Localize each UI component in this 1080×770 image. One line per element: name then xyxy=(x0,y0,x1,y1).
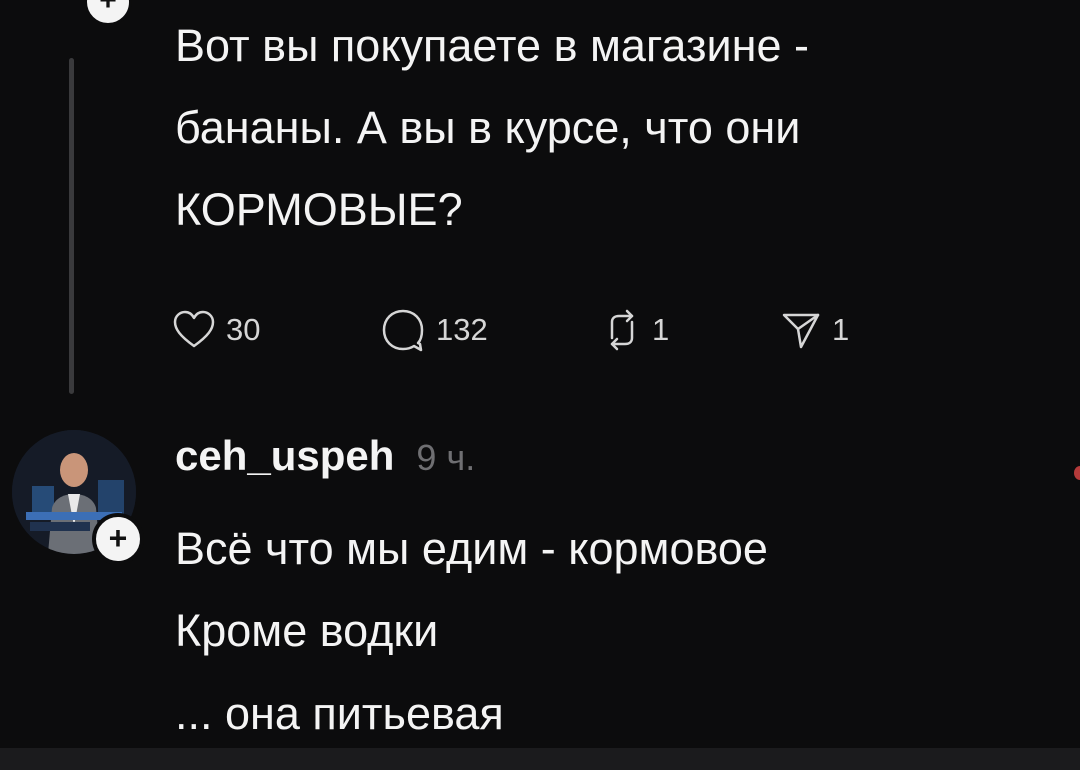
timestamp: 9 ч. xyxy=(416,437,476,478)
comment-button[interactable]: 132 xyxy=(380,308,602,352)
parent-post-line-2: бананы. А вы в курсе, что они xyxy=(175,102,801,153)
heart-icon xyxy=(173,310,215,348)
reply-line-3: ... она питьевая xyxy=(175,688,504,739)
share-count: 1 xyxy=(832,312,850,347)
repost-button[interactable]: 1 xyxy=(602,308,780,352)
comment-count: 132 xyxy=(436,312,488,347)
repost-arrows-icon xyxy=(610,309,634,351)
thread-connector-line xyxy=(69,58,74,394)
paper-plane-icon xyxy=(782,313,820,349)
post-action-bar: 30 132 1 1 xyxy=(172,300,900,360)
like-count: 30 xyxy=(226,312,261,347)
like-button[interactable]: 30 xyxy=(172,310,380,350)
follow-plus-icon[interactable]: + xyxy=(92,513,144,565)
bottom-bar xyxy=(0,748,1080,770)
reply-line-1: Всё что мы едим - кормовое xyxy=(175,523,768,574)
thread-screen: + Вот вы покупаете в магазине - бананы. … xyxy=(0,0,1080,770)
parent-post-line-3: КОРМОВЫЕ? xyxy=(175,184,463,235)
username[interactable]: ceh_uspeh xyxy=(175,432,394,480)
reply-line-2: Кроме водки xyxy=(175,605,439,656)
repost-count: 1 xyxy=(652,312,670,347)
parent-post-line-1: Вот вы покупаете в магазине - xyxy=(175,20,810,71)
speech-bubble-icon xyxy=(382,309,424,352)
reply-header: ceh_uspeh 9 ч. xyxy=(175,432,475,492)
follow-plus-icon[interactable]: + xyxy=(84,0,132,26)
edge-indicator xyxy=(1074,466,1080,480)
share-button[interactable]: 1 xyxy=(780,309,900,351)
